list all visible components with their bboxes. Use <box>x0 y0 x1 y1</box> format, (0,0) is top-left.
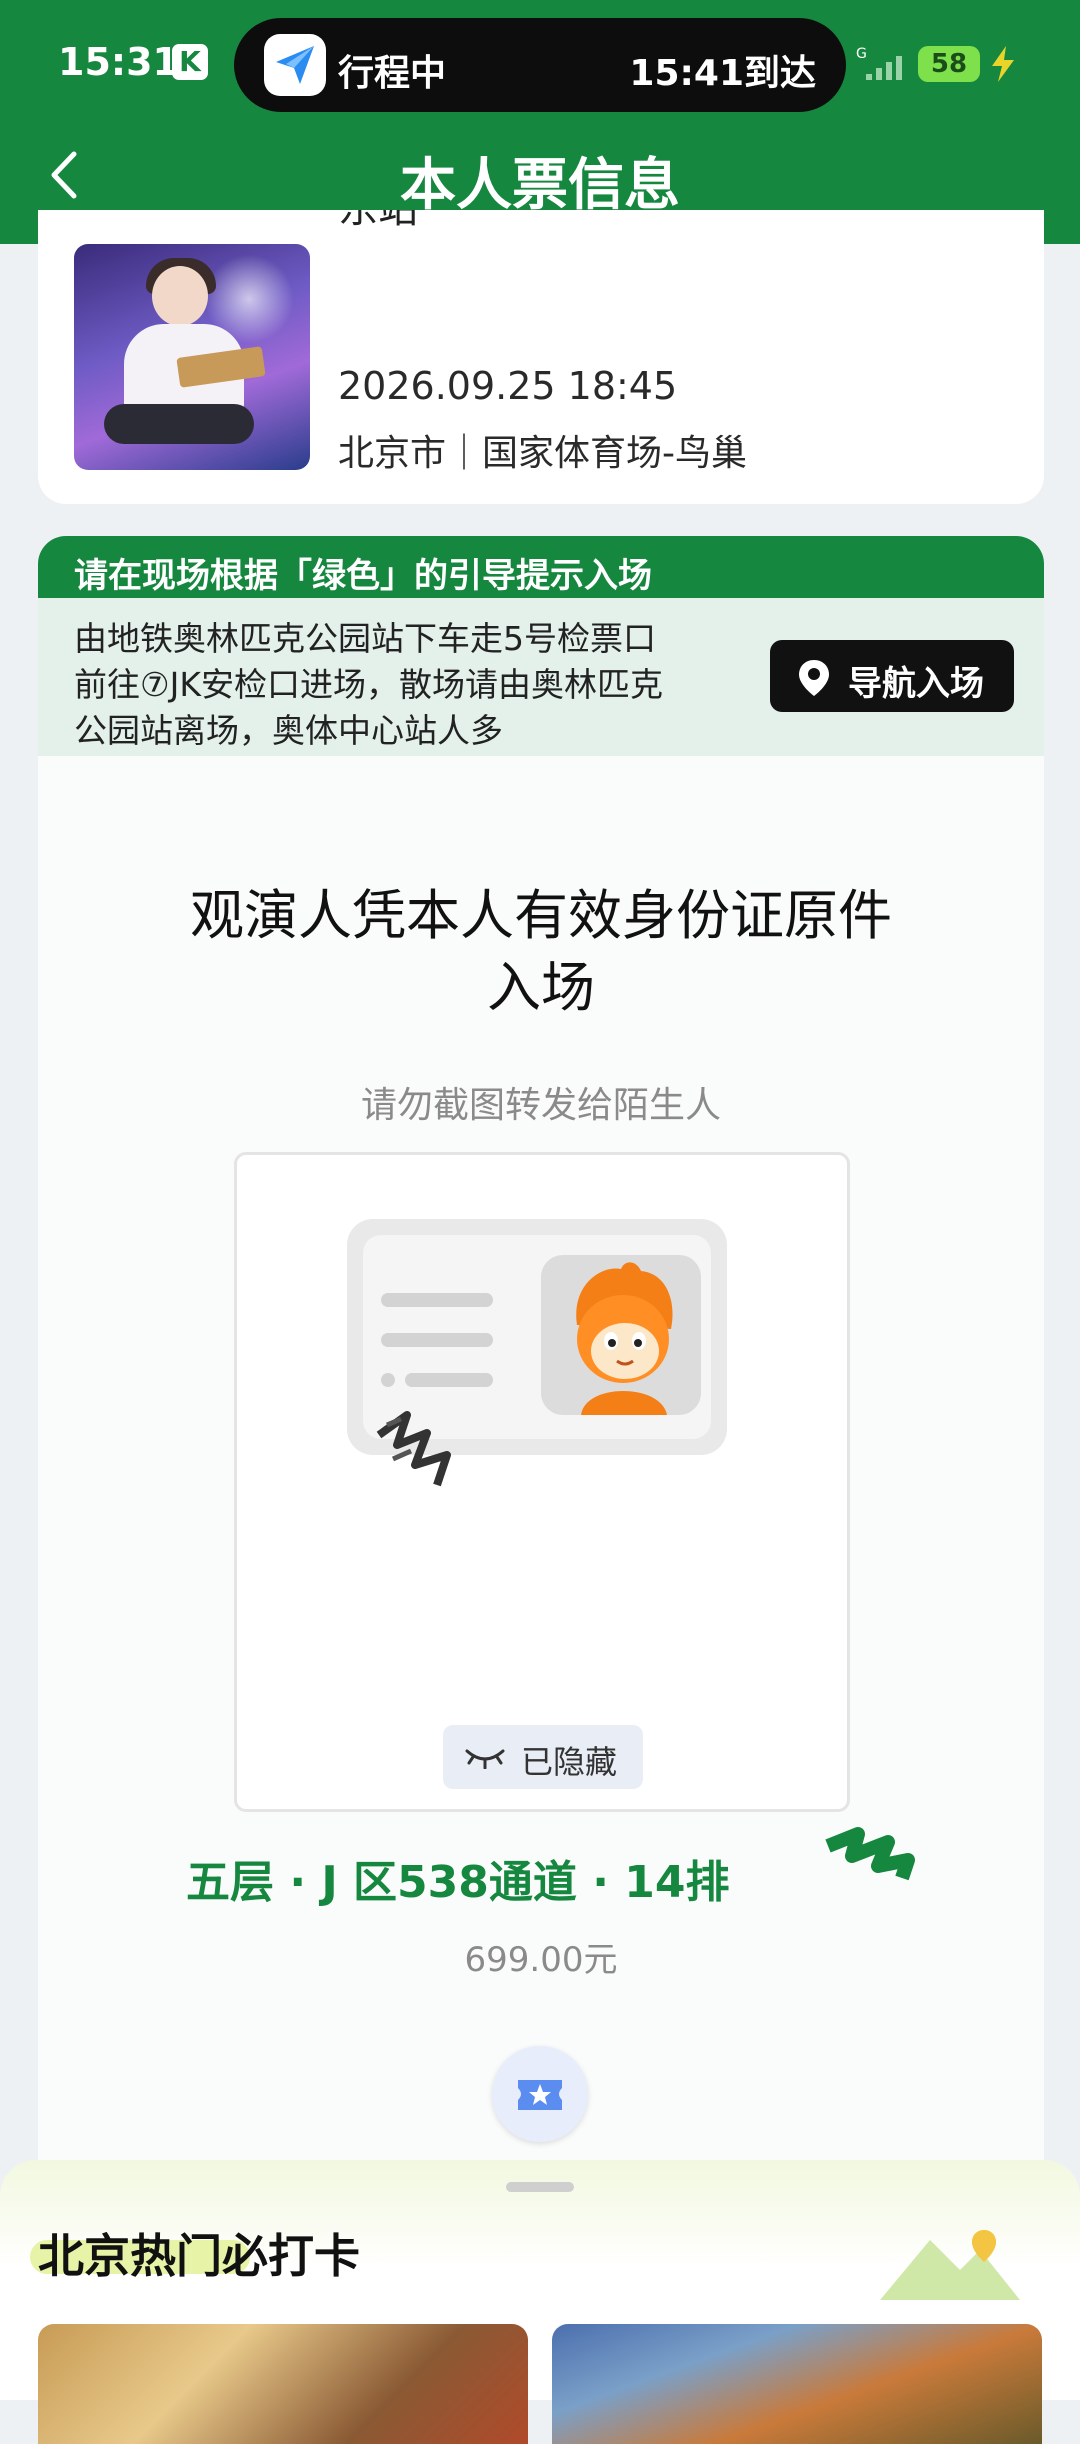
k-app-icon: K <box>172 44 208 80</box>
attraction-thumbnail[interactable] <box>552 2324 1042 2444</box>
ticket-star-button[interactable] <box>492 2046 588 2142</box>
eye-closed-icon <box>465 1749 505 1769</box>
page-title: 本人票信息 <box>400 153 680 218</box>
entry-desc-line: 由地铁奥林匹克公园站下车走5号检票口 <box>74 619 656 658</box>
seat-info: 五层 · J 区538通道 · 14排 <box>186 1857 730 1908</box>
event-poster-image <box>74 244 310 470</box>
mascot-avatar-icon <box>541 1255 701 1415</box>
svg-text:G: G <box>856 46 867 62</box>
ticket-card: 观演人凭本人有效身份证原件 入场 请勿截图转发给陌生人 已隐藏 五层 · J 区… <box>38 756 1044 2176</box>
requirement-line: 入场 <box>487 956 595 1019</box>
navigate-entry-label: 导航入场 <box>848 664 984 704</box>
signal-icon: G <box>856 44 912 88</box>
hidden-label: 已隐藏 <box>521 1743 618 1781</box>
location-pin-icon <box>799 660 829 696</box>
battery-indicator: 58 <box>918 46 980 82</box>
dynamic-island-trip[interactable]: 行程中 15:41到达 <box>234 18 846 112</box>
entry-guidance-card: 请在现场根据「绿色」的引导提示入场 由地铁奥林匹克公园站下车走5号检票口 前往⑦… <box>38 536 1044 756</box>
status-time: 15:31 <box>58 40 179 84</box>
id-info-box: 已隐藏 <box>234 1152 850 1812</box>
event-datetime: 2026.09.25 18:45 <box>338 364 678 408</box>
hidden-toggle[interactable]: 已隐藏 <box>443 1725 643 1789</box>
entry-guidance-header: 请在现场根据「绿色」的引导提示入场 <box>38 536 1044 598</box>
navigation-app-icon <box>264 34 326 96</box>
ticket-star-icon <box>518 2080 562 2110</box>
requirement-line: 观演人凭本人有效身份证原件 <box>190 884 892 947</box>
entry-desc-line: 前往⑦JK安检口进场，散场请由奥林匹克 <box>74 665 663 704</box>
arrival-time: 15:41到达 <box>629 53 816 94</box>
entry-desc-line: 公园站离场，奥体中心站人多 <box>74 711 503 750</box>
event-venue: 北京市｜国家体育场-鸟巢 <box>338 433 747 474</box>
ticket-entry-requirement: 观演人凭本人有效身份证原件 入场 <box>38 880 1044 1024</box>
screenshot-warning: 请勿截图转发给陌生人 <box>360 1085 721 1126</box>
entry-guidance-description: 由地铁奥林匹克公园站下车走5号检票口 前往⑦JK安检口进场，散场请由奥林匹克 公… <box>74 616 734 754</box>
mountain-location-icon <box>880 2230 1020 2300</box>
event-card[interactable]: 东站 2026.09.25 18:45 北京市｜国家体育场-鸟巢 <box>38 210 1044 504</box>
redacted-scribble <box>376 1411 451 1487</box>
entry-guidance-title: 请在现场根据「绿色」的引导提示入场 <box>74 556 652 596</box>
charging-bolt-icon <box>988 44 1018 88</box>
sheet-drag-handle[interactable] <box>506 2182 574 2192</box>
navigate-entry-button[interactable]: 导航入场 <box>770 640 1014 712</box>
event-title-fragment: 东站 <box>338 210 418 234</box>
redacted-seat-scribble <box>825 1827 915 1881</box>
sheet-title: 北京热门必打卡 <box>38 2229 360 2283</box>
ticket-price: 699.00元 <box>464 1940 618 1980</box>
attraction-thumbnail[interactable] <box>38 2324 528 2444</box>
recommendation-sheet[interactable]: 北京热门必打卡 <box>0 2160 1080 2444</box>
trip-status: 行程中 <box>338 53 447 94</box>
